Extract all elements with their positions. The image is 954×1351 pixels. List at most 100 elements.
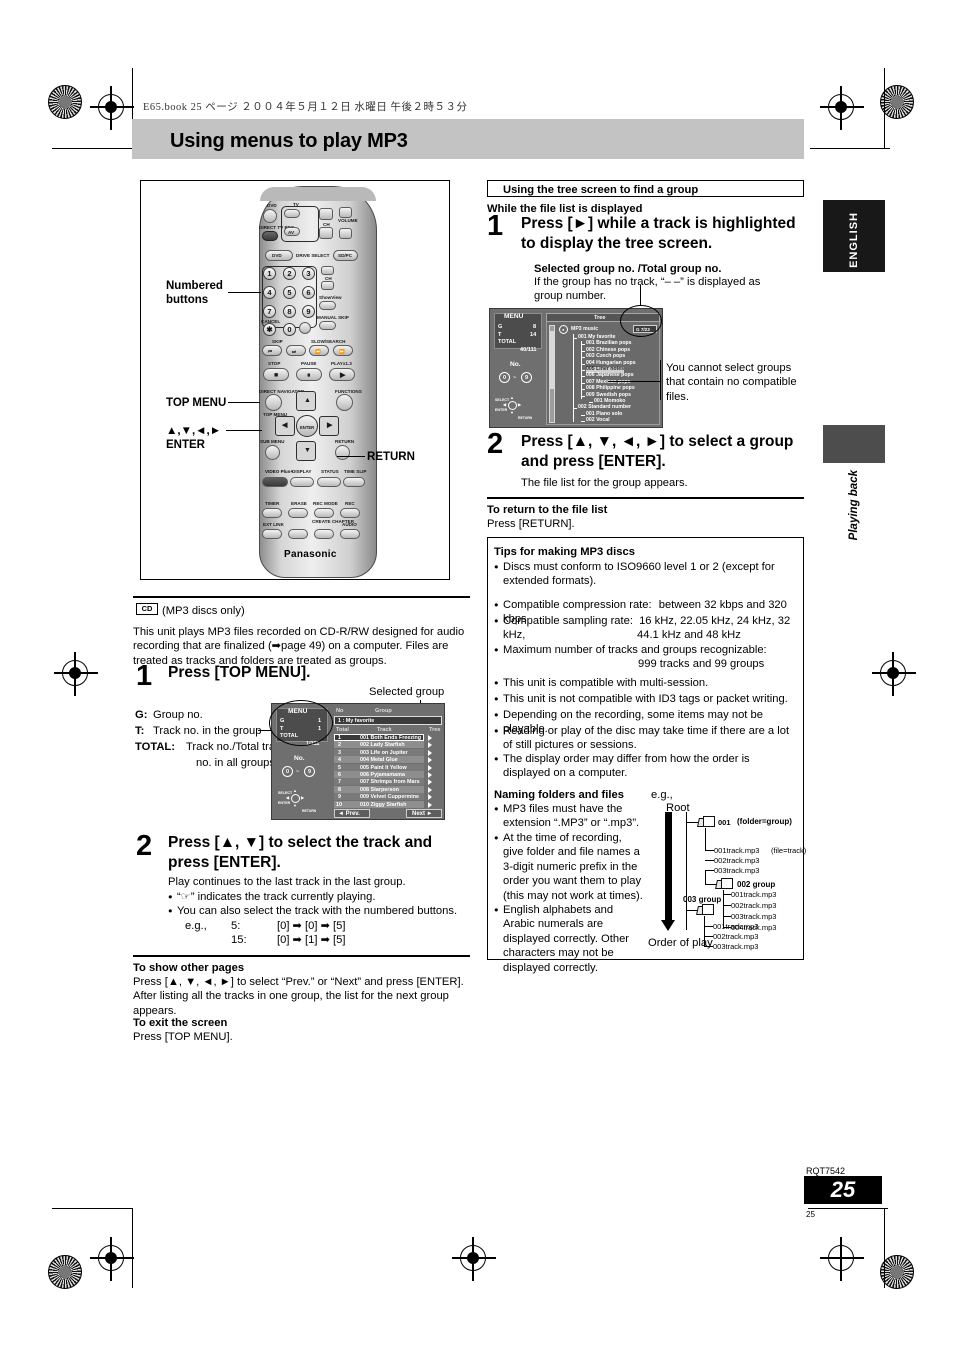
table-cell-total: 8 [338, 786, 341, 793]
skip-prev-button[interactable]: ⏮ [262, 345, 282, 356]
time-slip-button[interactable] [343, 477, 365, 487]
status-label: STATUS [321, 469, 339, 474]
cd-disc-note: (MP3 discs only) [162, 605, 245, 617]
status-button[interactable] [317, 477, 341, 487]
pause-button[interactable]: ⏸ [296, 368, 322, 381]
folder-trunk [686, 812, 688, 930]
return-button[interactable] [335, 445, 350, 460]
number-button-9[interactable]: 9 [302, 305, 315, 318]
pause-icon: ⏸ [307, 372, 311, 379]
group3-file3: 003track.mp3 [713, 942, 759, 951]
table-cell-track: 001 Both Ends Freezing [360, 735, 422, 741]
slow-search-label: SLOW/SEARCH [311, 339, 346, 344]
tree-arrow-icon[interactable] [428, 742, 432, 749]
ext-link-button[interactable] [262, 529, 282, 539]
tree-pane-header-label: Tree [594, 315, 606, 321]
tree-key-dash: ~ [513, 375, 517, 381]
tree-scroll-thumb[interactable] [550, 331, 554, 389]
tips-rate-sampling-2: 44.1 kHz and 48 kHz [637, 629, 741, 641]
functions-button[interactable] [336, 394, 353, 411]
create-chapter-aux-button[interactable] [288, 529, 308, 539]
book-source-line: E65.book 25 ページ ２００４年５月１２日 水曜日 午後２時５３分 [143, 102, 468, 113]
file-list-prev-label: ◄ Prev. [338, 811, 360, 817]
tree-arrow-icon[interactable] [428, 749, 432, 756]
table-cell-total: 5 [338, 764, 341, 771]
group1-note: (folder=group) [737, 817, 792, 826]
play-button[interactable]: ▶ [329, 368, 355, 381]
naming-bullet-2: At the time of recording, give folder an… [494, 830, 644, 903]
slow-rev-button[interactable]: ⏪ [309, 345, 329, 356]
dpad-up-button[interactable]: ▲ [296, 391, 316, 411]
tree-arrow-icon[interactable] [428, 779, 432, 786]
number-button-8[interactable]: 8 [283, 305, 296, 318]
stop-button[interactable]: ■ [263, 368, 289, 381]
pdvd-button[interactable] [299, 322, 311, 334]
erase-button[interactable] [288, 508, 308, 518]
dvd-power-button[interactable] [263, 209, 277, 223]
volume-up-button[interactable] [339, 207, 352, 218]
tree-arrow-icon[interactable] [428, 764, 432, 771]
tree-connector [581, 421, 585, 423]
ch-down-button-2[interactable] [321, 281, 334, 290]
enter-button[interactable]: ENTER [296, 415, 318, 437]
page-number-box: 25 [804, 1176, 882, 1204]
tree-key-9: 9 [521, 372, 532, 383]
rec-mode-label: REC MODE [313, 501, 338, 506]
create-chapter-button[interactable] [314, 529, 334, 539]
top-menu-button[interactable] [265, 394, 282, 411]
order-of-play-label: Order of play [648, 937, 713, 949]
tree-total-label: TOTAL [498, 339, 517, 345]
tree-arrow-icon[interactable] [428, 772, 432, 778]
videoplus-button[interactable] [262, 477, 288, 487]
language-tab-label: ENGLISH [848, 212, 860, 268]
number-button-7[interactable]: 7 [263, 305, 276, 318]
manual-skip-button[interactable] [319, 321, 336, 330]
tips-rate-compression-label: Compatible compression rate: [503, 599, 652, 611]
timer-button[interactable] [262, 508, 282, 518]
cancel-button[interactable]: ✱ [263, 323, 276, 336]
number-button-3[interactable]: 3 [302, 267, 315, 280]
enter-label: ENTER [300, 425, 315, 430]
callout-return: RETURN [367, 451, 415, 463]
dpad-down-button[interactable]: ▼ [296, 441, 316, 461]
right-step2-heading: Press [▲, ▼, ◄, ►] to select a group and… [521, 433, 794, 470]
direct-tv-rec-button[interactable] [262, 231, 278, 241]
volume-down-button[interactable] [339, 228, 352, 239]
file-list-col-total: Total [336, 727, 349, 733]
left-eg-label: e.g., [185, 920, 207, 932]
number-button-1[interactable]: 1 [263, 267, 276, 280]
tree-arrow-icon[interactable] [428, 801, 432, 808]
tree-arrow-icon[interactable] [428, 735, 432, 741]
ch-up-button[interactable] [319, 208, 333, 220]
tree-item[interactable]: 002 Vocal [586, 417, 610, 424]
tree-arrow-icon[interactable] [428, 757, 432, 764]
dpad-right-button[interactable]: ▶ [319, 416, 339, 436]
rec-button[interactable] [340, 508, 360, 518]
tree-arrow-icon[interactable] [428, 786, 432, 793]
tree-arrow-icon[interactable] [428, 794, 432, 801]
tips-rate-sampling-label: Compatible sampling rate: [503, 615, 633, 627]
sub-menu-button[interactable] [265, 445, 280, 460]
tree-pad-return: RETURN [518, 416, 533, 420]
skip-next-button[interactable]: ⏭ [286, 345, 306, 356]
ch-down-button[interactable] [319, 227, 333, 239]
registration-mark-top-right [820, 86, 864, 130]
dpad-left-button[interactable]: ◀ [275, 416, 295, 436]
number-button-0[interactable]: 0 [283, 323, 296, 336]
group2-connector [705, 870, 707, 884]
rec-mode-button[interactable] [314, 508, 334, 518]
slow-fwd-button[interactable]: ⏩ [333, 345, 353, 356]
showview-button[interactable] [319, 301, 336, 310]
number-button-6[interactable]: 6 [302, 286, 315, 299]
group3-folder-icon [696, 904, 714, 916]
number-button-4[interactable]: 4 [263, 286, 276, 299]
tree-pad-center [508, 401, 517, 410]
audio-button[interactable] [340, 529, 360, 539]
tv-power-button[interactable] [284, 209, 300, 218]
file-list-key-0: 0 [282, 766, 293, 777]
group2-file3-branch [723, 916, 731, 918]
ch-up-button-2[interactable] [321, 266, 334, 275]
display-button[interactable] [290, 477, 314, 487]
number-button-5[interactable]: 5 [283, 286, 296, 299]
number-button-2[interactable]: 2 [283, 267, 296, 280]
